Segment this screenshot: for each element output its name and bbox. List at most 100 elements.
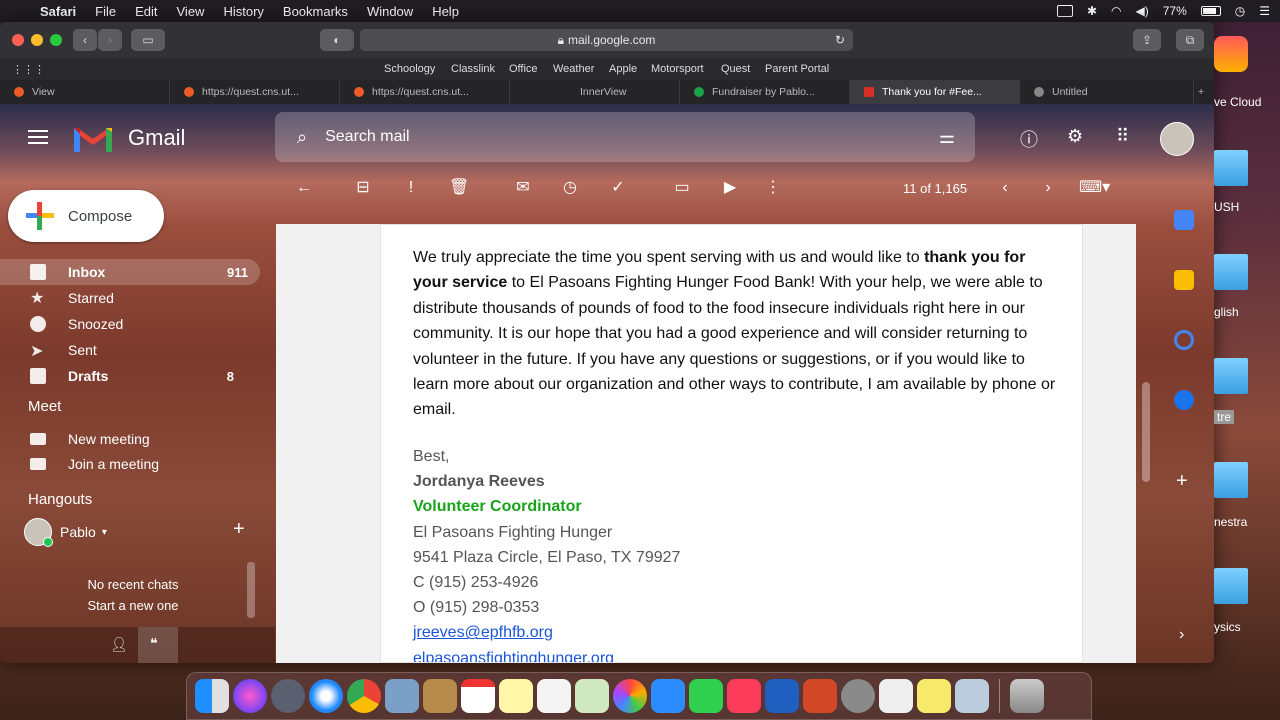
tasks-icon[interactable] (1174, 330, 1194, 350)
address-bar[interactable]: 🔒︎ mail.google.com ↻ (360, 29, 853, 51)
powerpoint-icon[interactable] (803, 679, 837, 713)
folder-icon[interactable] (1214, 150, 1248, 186)
favorites-grid-icon[interactable]: ⋮⋮⋮ (12, 63, 45, 76)
desktop-label[interactable]: glish (1214, 305, 1239, 319)
chrome-icon[interactable] (347, 679, 381, 713)
newer-chevron-icon[interactable]: ‹ (996, 179, 1014, 197)
chat-scrollbar[interactable] (247, 562, 255, 618)
airplay-icon[interactable] (1056, 5, 1073, 17)
menu-view[interactable]: View (177, 4, 205, 19)
system-preferences-icon[interactable] (841, 679, 875, 713)
music-icon[interactable] (727, 679, 761, 713)
fav-office[interactable]: Office (509, 63, 538, 75)
desktop-label[interactable]: nestra (1214, 515, 1247, 529)
tab-overview-icon[interactable]: ⧉ (1176, 29, 1204, 51)
menu-edit[interactable]: Edit (135, 4, 157, 19)
folder-icon[interactable] (1214, 358, 1248, 394)
maps-icon[interactable] (575, 679, 609, 713)
browser-tab[interactable]: Fundraiser by Pablo... (680, 80, 850, 104)
add-addon-icon[interactable]: + (1176, 470, 1188, 493)
minimize-window-button[interactable] (31, 34, 43, 46)
bluetooth-icon[interactable]: ✱ (1087, 4, 1097, 18)
fav-quest[interactable]: Quest (721, 63, 750, 75)
menu-help[interactable]: Help (432, 4, 459, 19)
launchpad-icon[interactable] (271, 679, 305, 713)
signature-website-link[interactable]: elpasoansfightinghunger.org (413, 650, 614, 662)
hangouts-tab[interactable] (138, 627, 178, 663)
volume-icon[interactable]: ◀) (1135, 4, 1148, 18)
account-avatar[interactable] (1160, 122, 1194, 156)
back-arrow-icon[interactable]: ← (295, 179, 313, 197)
fav-weather[interactable]: Weather (553, 63, 594, 75)
forward-button[interactable]: › (98, 29, 122, 51)
calendar-app-icon[interactable] (461, 679, 495, 713)
expand-panel-icon[interactable]: › (1179, 626, 1184, 644)
menu-window[interactable]: Window (367, 4, 413, 19)
add-task-icon[interactable]: ✓ (609, 179, 627, 197)
search-input[interactable]: Search mail (325, 128, 409, 146)
keep-icon[interactable] (1174, 270, 1194, 290)
desktop-label[interactable]: ysics (1214, 620, 1241, 634)
privacy-shield-icon[interactable]: ◐ (320, 29, 354, 51)
start-chat-link[interactable]: Start a new one (0, 595, 266, 616)
preview-window-icon[interactable] (955, 679, 989, 713)
desktop-app-icon[interactable] (1214, 36, 1248, 72)
contacts-book-icon[interactable] (423, 679, 457, 713)
apps-grid-icon[interactable]: ⠿ (1116, 126, 1129, 147)
desktop-label[interactable]: USH (1214, 200, 1239, 214)
input-tools-icon[interactable]: ⌨▾ (1079, 179, 1110, 197)
wifi-icon[interactable]: ◠ (1111, 4, 1121, 18)
browser-tab[interactable]: https://quest.cns.ut... (340, 80, 510, 104)
menu-bookmarks[interactable]: Bookmarks (283, 4, 348, 19)
menu-history[interactable]: History (223, 4, 263, 19)
archive-icon[interactable]: ⊟ (354, 179, 372, 197)
settings-gear-icon[interactable]: ⚙ (1067, 126, 1083, 147)
help-icon[interactable]: ⓘ (1020, 126, 1038, 152)
close-window-button[interactable] (12, 34, 24, 46)
sidebar-item-drafts[interactable]: Drafts 8 (0, 363, 260, 389)
zoom-window-button[interactable] (50, 34, 62, 46)
main-menu-icon[interactable] (28, 130, 48, 148)
sidebar-item-inbox[interactable]: Inbox 911 (0, 259, 260, 285)
contacts-icon[interactable] (1174, 390, 1194, 410)
search-bar[interactable]: ⌕ Search mail ⚌ (275, 112, 975, 162)
browser-tab[interactable]: View (0, 80, 170, 104)
fav-apple[interactable]: Apple (609, 63, 637, 75)
sidebar-item-snoozed[interactable]: Snoozed (0, 311, 260, 337)
facetime-icon[interactable] (689, 679, 723, 713)
photos-icon[interactable] (613, 679, 647, 713)
person-icon[interactable]: 👤︎ (110, 636, 128, 653)
back-button[interactable]: ‹ (73, 29, 97, 51)
search-options-icon[interactable]: ⚌ (939, 127, 955, 148)
snooze-icon[interactable]: ◷ (561, 179, 579, 197)
folder-icon[interactable] (1214, 568, 1248, 604)
browser-tab[interactable]: https://quest.cns.ut... (170, 80, 340, 104)
label-icon[interactable]: ▶ (721, 179, 739, 197)
zoom-icon[interactable] (651, 679, 685, 713)
safari-icon[interactable] (309, 679, 343, 713)
join-meeting-item[interactable]: Join a meeting (0, 451, 260, 477)
report-spam-icon[interactable]: ! (402, 179, 420, 197)
folder-icon[interactable] (1214, 254, 1248, 290)
move-to-icon[interactable]: ▭ (673, 179, 691, 197)
browser-tab-active[interactable]: Thank you for #Fee... (850, 80, 1020, 104)
chevron-down-icon[interactable]: ▾ (102, 527, 107, 538)
share-icon[interactable]: ⇪ (1133, 29, 1161, 51)
control-center-icon[interactable]: ☰ (1259, 4, 1270, 18)
desktop-label[interactable]: tre (1214, 410, 1235, 424)
folder-icon[interactable] (1214, 462, 1248, 498)
gmail-logo[interactable]: Gmail (74, 124, 185, 152)
word-icon[interactable] (765, 679, 799, 713)
new-tab-button[interactable]: + (1194, 80, 1214, 104)
more-options-icon[interactable]: ⋮ (764, 179, 782, 197)
slack-icon[interactable] (879, 679, 913, 713)
preview-icon[interactable] (385, 679, 419, 713)
finder-icon[interactable] (195, 679, 229, 713)
hangouts-user[interactable]: Pablo ▾ (24, 518, 107, 547)
signature-email-link[interactable]: jreeves@epfhfb.org (413, 624, 553, 641)
menu-app-name[interactable]: Safari (40, 4, 76, 19)
mark-unread-icon[interactable]: ✉ (514, 179, 532, 197)
reload-icon[interactable]: ↻ (835, 33, 845, 47)
fav-motorsport[interactable]: Motorsport (651, 63, 704, 75)
message-scrollbar[interactable] (1142, 382, 1150, 482)
